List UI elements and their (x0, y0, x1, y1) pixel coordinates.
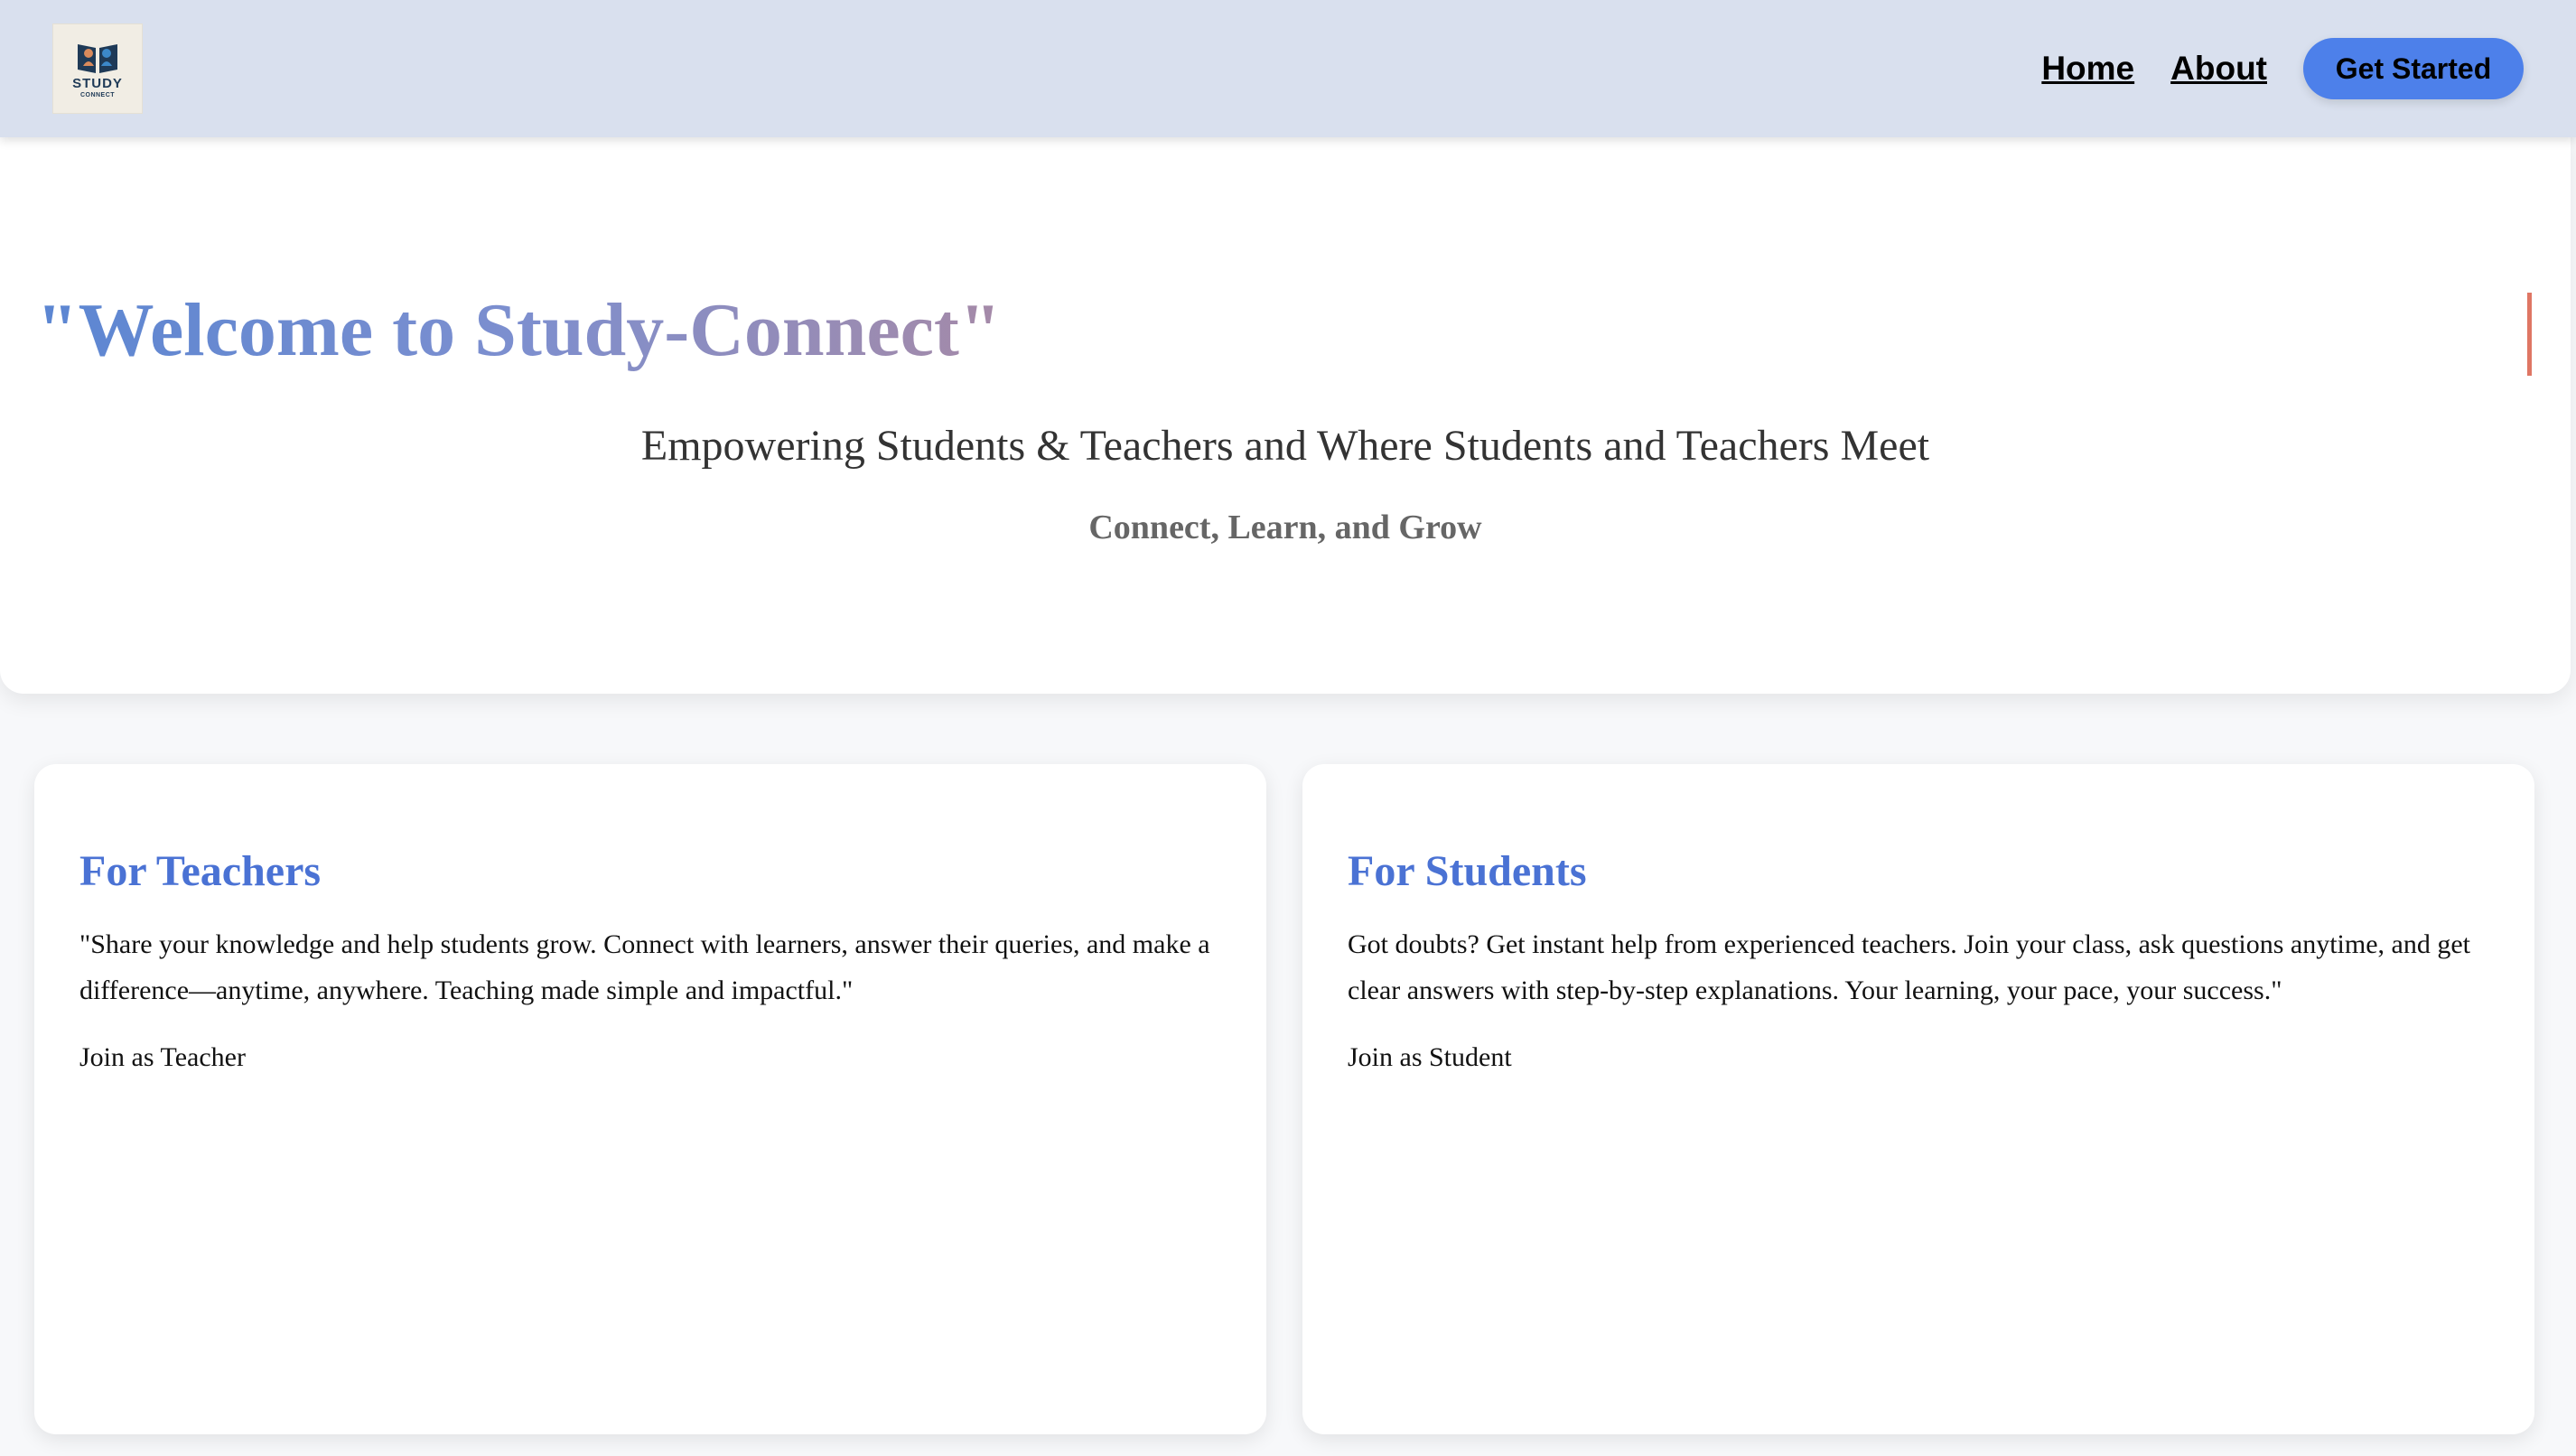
teachers-card-text: "Share your knowledge and help students … (79, 929, 1210, 1005)
students-card-text: Got doubts? Get instant help from experi… (1348, 929, 2471, 1005)
typing-caret (2527, 293, 2532, 376)
nav-link-about[interactable]: About (2170, 50, 2267, 88)
students-card-title: For Students (1348, 847, 1587, 895)
join-as-student-link[interactable]: Join as Student (1348, 1042, 1512, 1073)
join-as-teacher-link[interactable]: Join as Teacher (79, 1042, 246, 1073)
nav-links: Home About Get Started (2041, 38, 2524, 99)
open-book-logo-icon (78, 44, 117, 73)
nav-link-home[interactable]: Home (2041, 50, 2134, 88)
logo-wordmark-connect: CONNECT (79, 92, 116, 98)
hero-title: "Welcome to Study-Connect" (36, 288, 1002, 372)
hero-subtitle: Empowering Students & Teachers and Where… (640, 422, 1930, 470)
logo-wordmark-study: STUDY (72, 76, 123, 91)
hero-tagline: Connect, Learn, and Grow (1088, 509, 1482, 546)
students-card: For Students Got doubts? Get instant hel… (1302, 764, 2534, 1434)
study-connect-logo[interactable]: STUDY CONNECT (52, 23, 143, 114)
teachers-card: For Teachers "Share your knowledge and h… (34, 764, 1266, 1434)
hero-section: "Welcome to Study-Connect" Empowering St… (0, 135, 2571, 694)
navbar: STUDY CONNECT Home About Get Started (0, 0, 2576, 137)
get-started-button[interactable]: Get Started (2303, 38, 2524, 99)
teachers-card-title: For Teachers (79, 847, 322, 895)
